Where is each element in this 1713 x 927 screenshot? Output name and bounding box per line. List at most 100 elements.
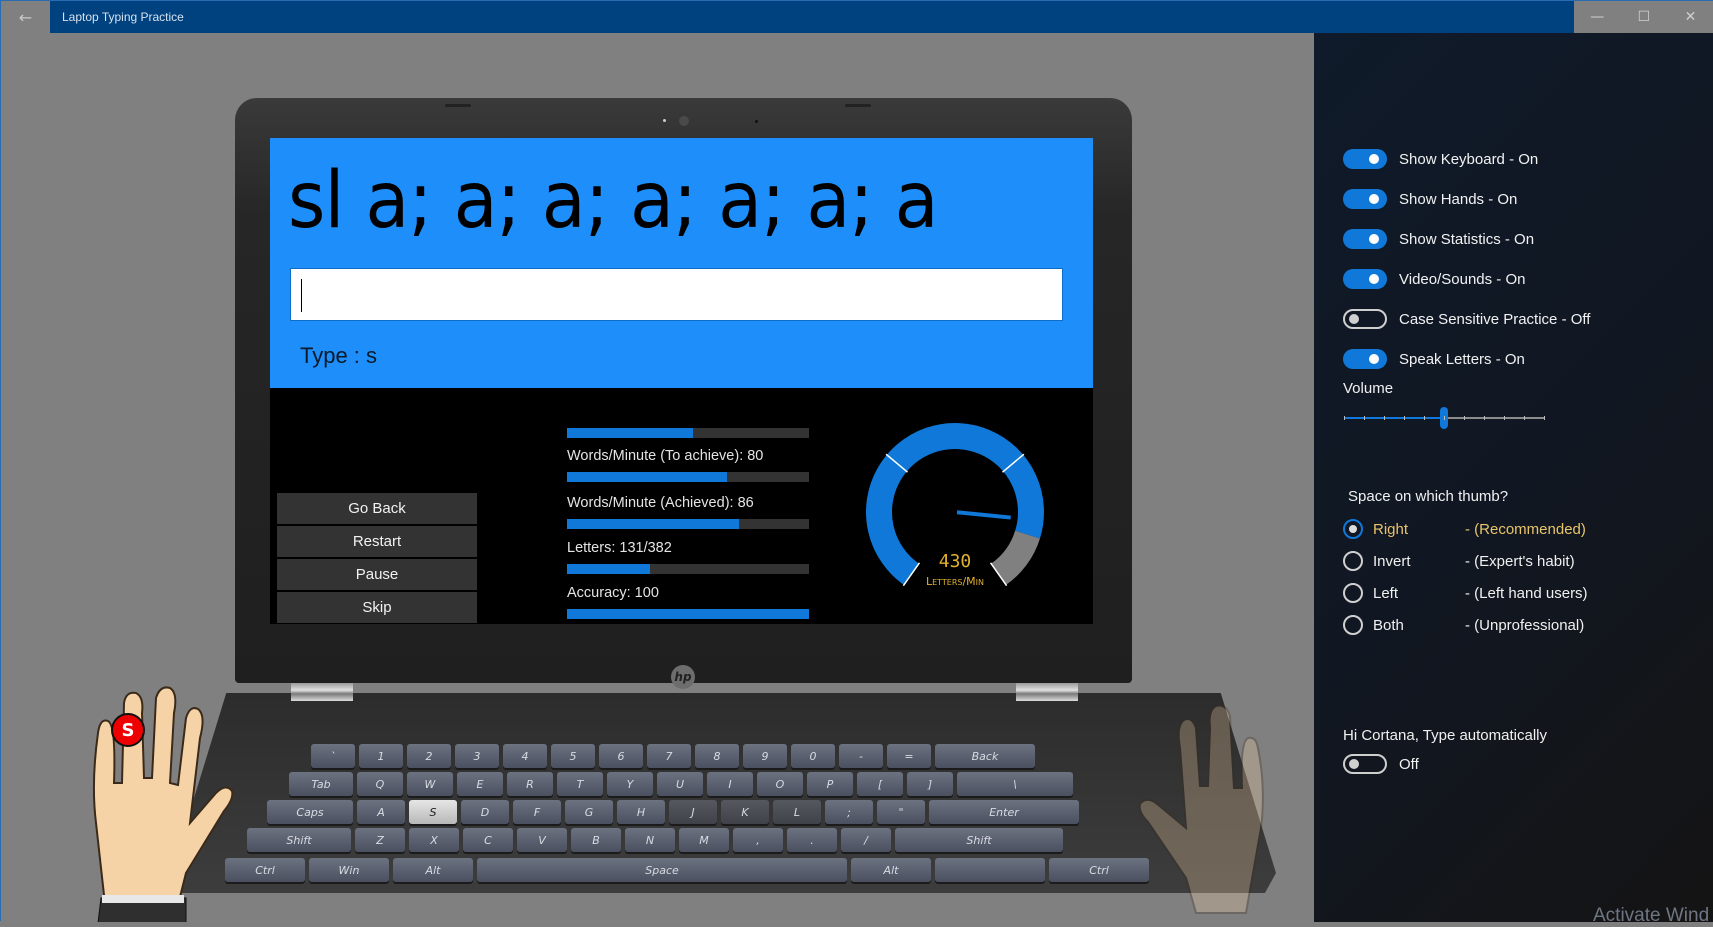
- radio-right[interactable]: Right - (Recommended): [1343, 518, 1586, 540]
- pause-button[interactable]: Pause: [277, 559, 477, 590]
- radio-both[interactable]: Both - (Unprofessional): [1343, 614, 1584, 636]
- toggle-show-statistics[interactable]: Show Statistics - On: [1343, 228, 1534, 250]
- key-x59[interactable]: ;: [825, 800, 873, 824]
- key-v[interactable]: V: [517, 828, 567, 852]
- key-x46[interactable]: .: [787, 828, 837, 852]
- close-button[interactable]: ✕: [1667, 1, 1713, 33]
- key-n[interactable]: N: [625, 828, 675, 852]
- toggle-show-hands[interactable]: Show Hands - On: [1343, 188, 1517, 210]
- key-5[interactable]: 5: [551, 744, 595, 768]
- key-ctrl[interactable]: Ctrl: [225, 858, 305, 882]
- key-d[interactable]: D: [461, 800, 509, 824]
- key-9[interactable]: 9: [743, 744, 787, 768]
- key-q[interactable]: Q: [357, 772, 403, 796]
- toggle-switch[interactable]: [1343, 229, 1387, 249]
- key-0[interactable]: 0: [791, 744, 835, 768]
- camera-led-icon: [663, 119, 666, 122]
- key-1[interactable]: 1: [359, 744, 403, 768]
- toggle-case-sensitive[interactable]: Case Sensitive Practice - Off: [1343, 308, 1590, 330]
- toggle-switch[interactable]: [1343, 754, 1387, 774]
- toggle-cortana[interactable]: Off: [1343, 754, 1419, 774]
- minimize-button[interactable]: —: [1574, 1, 1621, 33]
- key-c[interactable]: C: [463, 828, 513, 852]
- radio-left[interactable]: Left - (Left hand users): [1343, 582, 1588, 604]
- key-o[interactable]: O: [757, 772, 803, 796]
- volume-slider[interactable]: [1344, 407, 1545, 429]
- key-x[interactable]: X: [409, 828, 459, 852]
- key-x92[interactable]: \: [957, 772, 1073, 796]
- text-caret: [301, 279, 302, 312]
- toggle-speak-letters[interactable]: Speak Letters - On: [1343, 348, 1525, 370]
- key-k[interactable]: K: [721, 800, 769, 824]
- key-x91[interactable]: [: [857, 772, 903, 796]
- key-x93[interactable]: ]: [907, 772, 953, 796]
- toggle-switch[interactable]: [1343, 309, 1387, 329]
- key-4[interactable]: 4: [503, 744, 547, 768]
- toggle-video-sounds[interactable]: Video/Sounds - On: [1343, 268, 1525, 290]
- skip-button[interactable]: Skip: [277, 592, 477, 623]
- toggle-switch[interactable]: [1343, 149, 1387, 169]
- key-x44[interactable]: ,: [733, 828, 783, 852]
- key-h[interactable]: H: [617, 800, 665, 824]
- key-j[interactable]: J: [669, 800, 717, 824]
- key-e[interactable]: E: [457, 772, 503, 796]
- radio-button[interactable]: [1343, 583, 1363, 603]
- key-back[interactable]: Back: [935, 744, 1035, 768]
- left-hand-icon: [92, 686, 234, 922]
- radio-button[interactable]: [1343, 519, 1363, 539]
- key-x61[interactable]: =: [887, 744, 931, 768]
- key-enter[interactable]: Enter: [929, 800, 1079, 824]
- key-shift[interactable]: Shift: [247, 828, 351, 852]
- back-button[interactable]: ←: [1, 1, 50, 33]
- key-win[interactable]: Win: [309, 858, 389, 882]
- key-z[interactable]: Z: [355, 828, 405, 852]
- key-y[interactable]: Y: [607, 772, 653, 796]
- key-g[interactable]: G: [565, 800, 613, 824]
- key-6[interactable]: 6: [599, 744, 643, 768]
- key-8[interactable]: 8: [695, 744, 739, 768]
- typing-input[interactable]: [290, 268, 1063, 321]
- key-caps[interactable]: Caps: [267, 800, 353, 824]
- key-x34[interactable]: ": [877, 800, 925, 824]
- key-x47[interactable]: /: [841, 828, 891, 852]
- toggle-switch[interactable]: [1343, 189, 1387, 209]
- key-alt[interactable]: Alt: [851, 858, 931, 882]
- key-space[interactable]: Space: [477, 858, 847, 882]
- key-tab[interactable]: Tab: [289, 772, 353, 796]
- radio-invert[interactable]: Invert - (Expert's habit): [1343, 550, 1575, 572]
- key-r[interactable]: R: [507, 772, 553, 796]
- key-a[interactable]: A: [357, 800, 405, 824]
- key-shift[interactable]: Shift: [895, 828, 1063, 852]
- key-x96[interactable]: `: [311, 744, 355, 768]
- toggle-label: Video/Sounds - On: [1399, 270, 1526, 288]
- key-alt[interactable]: Alt: [393, 858, 473, 882]
- radio-button[interactable]: [1343, 551, 1363, 571]
- key-f[interactable]: F: [513, 800, 561, 824]
- maximize-button[interactable]: ☐: [1621, 1, 1668, 33]
- stat-bar: [567, 564, 809, 574]
- toggle-label: Case Sensitive Practice - Off: [1399, 310, 1591, 328]
- restart-button[interactable]: Restart: [277, 526, 477, 557]
- toggle-switch[interactable]: [1343, 269, 1387, 289]
- key-m[interactable]: M: [679, 828, 729, 852]
- key-u[interactable]: U: [657, 772, 703, 796]
- key-w[interactable]: W: [407, 772, 453, 796]
- go-back-button[interactable]: Go Back: [277, 493, 477, 524]
- key-x45[interactable]: -: [839, 744, 883, 768]
- stat-bar-fill: [567, 519, 739, 529]
- key-blank[interactable]: [935, 858, 1045, 882]
- radio-button[interactable]: [1343, 615, 1363, 635]
- key-p[interactable]: P: [807, 772, 853, 796]
- toggle-show-keyboard[interactable]: Show Keyboard - On: [1343, 148, 1538, 170]
- key-3[interactable]: 3: [455, 744, 499, 768]
- gauge-over-arc: [990, 530, 1040, 585]
- key-7[interactable]: 7: [647, 744, 691, 768]
- slider-tick: [1524, 416, 1525, 420]
- toggle-switch[interactable]: [1343, 349, 1387, 369]
- key-i[interactable]: I: [707, 772, 753, 796]
- key-s[interactable]: S: [409, 800, 457, 824]
- key-l[interactable]: L: [773, 800, 821, 824]
- key-b[interactable]: B: [571, 828, 621, 852]
- key-2[interactable]: 2: [407, 744, 451, 768]
- key-t[interactable]: T: [557, 772, 603, 796]
